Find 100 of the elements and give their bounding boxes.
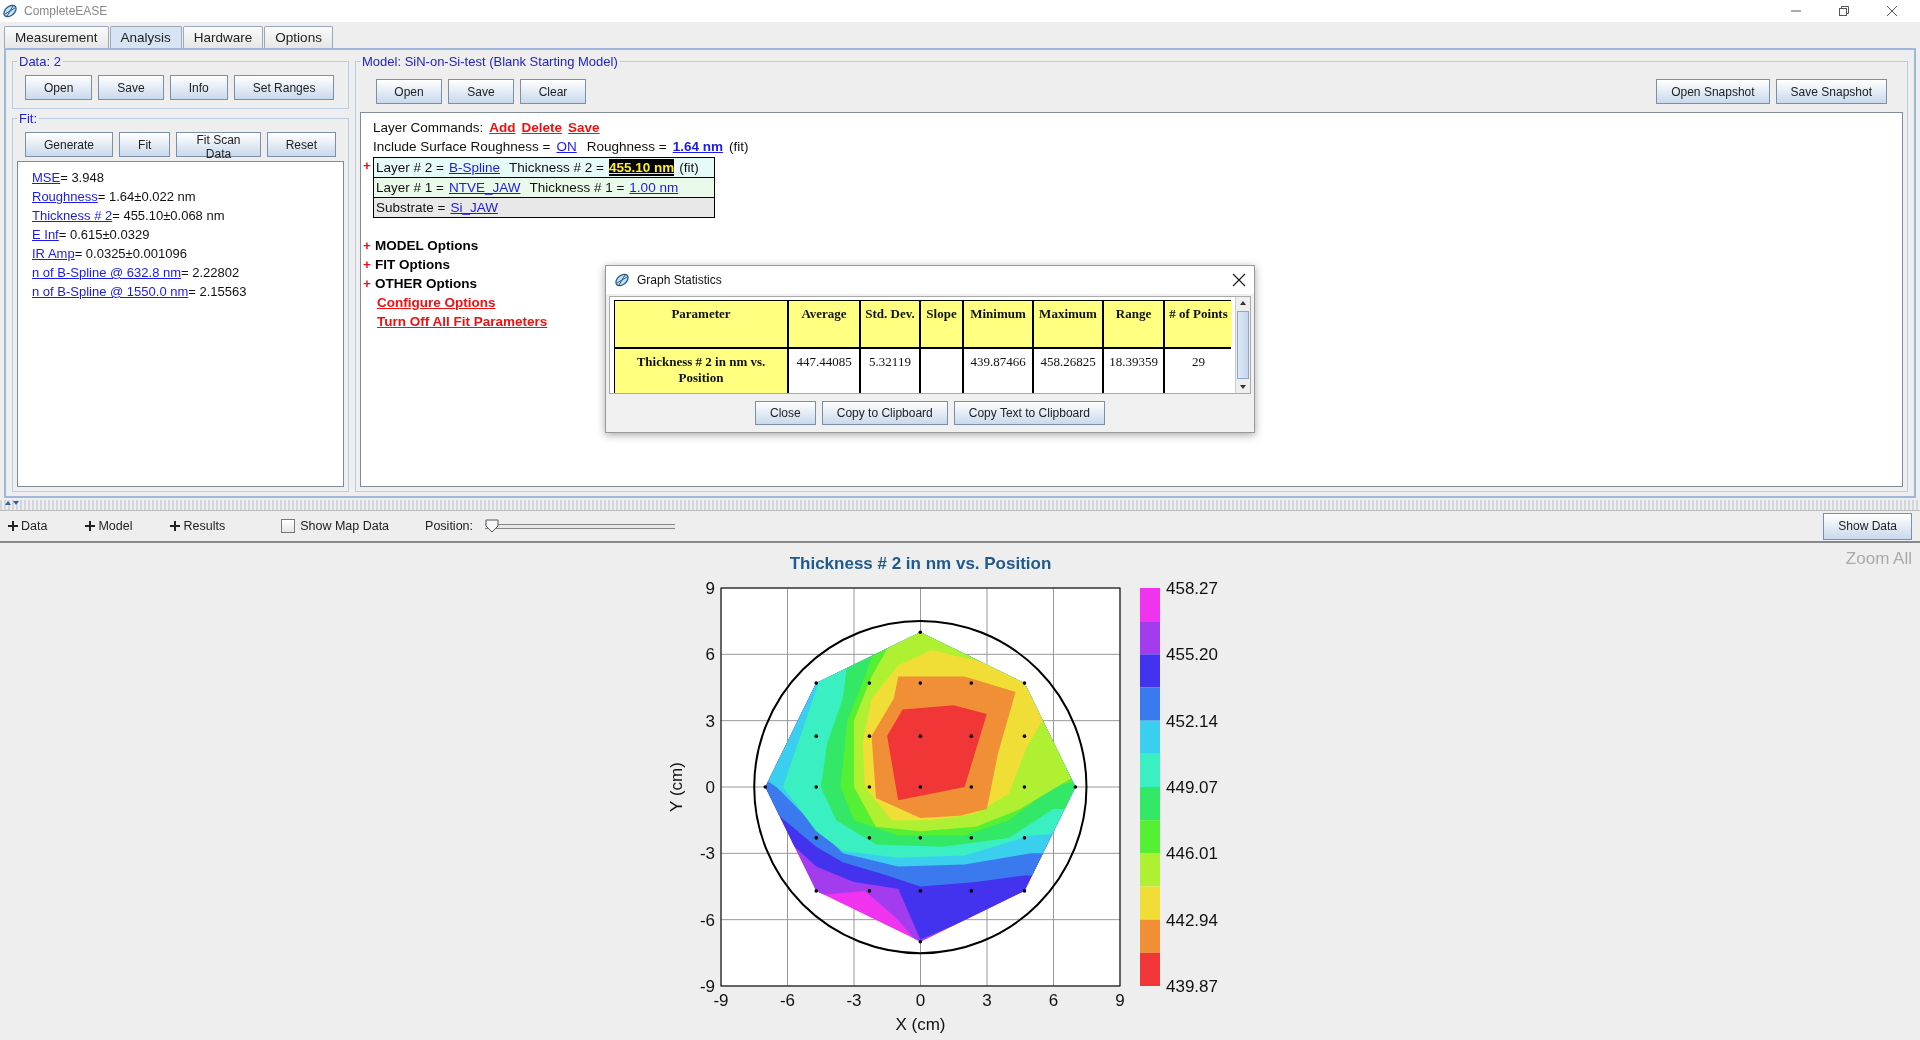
table-cell: 447.44085 <box>789 349 859 393</box>
x-axis-label: X (cm) <box>895 1015 946 1034</box>
expand-marker[interactable]: + <box>361 255 373 274</box>
command-link[interactable]: Add <box>489 118 516 137</box>
roughness-value-link[interactable]: 1.64 nm <box>672 137 723 156</box>
toolbar-button[interactable]: Open <box>25 75 93 100</box>
toolbar-button[interactable]: Clear <box>520 79 586 104</box>
layer-row[interactable]: Layer # 1 = NTVE_JAW Thickness # 1 = 1.00 nm <box>373 178 715 198</box>
colorbar-label: 442.94 <box>1166 910 1218 930</box>
colorbar-label: 458.27 <box>1166 579 1218 598</box>
toolbar-button[interactable]: Save <box>448 79 514 104</box>
roughness-label: Include Surface Roughness = <box>373 138 551 156</box>
slider-thumb[interactable] <box>485 519 500 533</box>
y-axis-label: Y (cm) <box>667 762 686 812</box>
parameter-link[interactable]: n of B-Spline @ 632.8 nm <box>32 265 182 280</box>
checkbox[interactable] <box>281 519 296 533</box>
colorbar-label: 455.20 <box>1166 645 1218 665</box>
add-toggle[interactable]: Model <box>85 519 133 533</box>
column-header: Std. Dev. <box>861 301 919 347</box>
parameter-link[interactable]: Roughness <box>32 189 98 204</box>
snapshot-button[interactable]: Save Snapshot <box>1775 79 1887 104</box>
close-icon[interactable] <box>1232 273 1246 287</box>
toolbar-button[interactable]: Set Ranges <box>233 75 335 100</box>
roughness-toggle-link[interactable]: ON <box>556 137 577 156</box>
table-cell: 29 <box>1165 349 1232 393</box>
checkbox-label[interactable]: Show Map Data <box>300 519 390 533</box>
parameter-link[interactable]: MSE <box>32 170 61 185</box>
table-cell: 5.32119 <box>861 349 919 393</box>
dialog-button[interactable]: Close <box>755 401 816 425</box>
snapshot-button[interactable]: Open Snapshot <box>1656 79 1770 104</box>
restore-icon[interactable] <box>1838 5 1850 17</box>
group-title: Data: 2 <box>18 54 62 69</box>
parameter-value: = 3.948 <box>60 170 104 185</box>
splitter-handle[interactable] <box>0 500 1920 510</box>
material-link[interactable]: Si_JAW <box>450 199 498 216</box>
toolbar-button[interactable]: Reset <box>266 132 336 157</box>
vertical-scrollbar[interactable] <box>1235 297 1250 393</box>
column-header: # of Points <box>1165 301 1232 347</box>
layer-row[interactable]: Layer # 2 = B-Spline Thickness # 2 = 455.10 nm (fit) <box>373 157 715 178</box>
parameter-link[interactable]: n of B-Spline @ 1550.0 nm <box>32 284 189 299</box>
command-link[interactable]: Delete <box>521 118 563 137</box>
table-cell: 18.39359 <box>1104 349 1163 393</box>
x-tick-label: -9 <box>713 991 729 1010</box>
thickness-link[interactable]: 1.00 nm <box>629 179 679 196</box>
toolbar-button[interactable]: Save <box>98 75 164 100</box>
parameter-value: = 1.64±0.022 nm <box>97 189 196 204</box>
group-title: Fit: <box>18 111 39 126</box>
tab[interactable]: Hardware <box>182 26 264 48</box>
thickness-label: Thickness # 2 = <box>508 159 604 176</box>
parameter-value: = 0.0325±0.001096 <box>74 246 187 261</box>
dialog-button[interactable]: Copy to Clipboard <box>821 401 948 425</box>
plus-icon <box>170 521 181 531</box>
slider-label: Position: <box>425 519 474 533</box>
dialog-button[interactable]: Copy Text to Clipboard <box>953 401 1105 425</box>
toolbar-button[interactable]: Fit Scan Data <box>176 132 261 157</box>
close-icon[interactable] <box>1886 5 1898 17</box>
options-section-title[interactable]: FIT Options <box>375 255 450 274</box>
options-section-title[interactable]: OTHER Options <box>375 274 477 293</box>
fit-note: (fit) <box>679 159 699 176</box>
app-icon <box>2 3 18 19</box>
material-link[interactable]: B-Spline <box>448 159 500 176</box>
window-title: CompleteEASE <box>24 4 108 18</box>
options-section-title[interactable]: MODEL Options <box>375 236 479 255</box>
group-title: Model: SiN-on-Si-test (Blank Starting Model) <box>361 54 619 69</box>
add-toggle[interactable]: Results <box>170 519 226 533</box>
thickness-link[interactable]: 455.10 nm <box>608 159 675 176</box>
expand-marker[interactable]: + <box>361 236 373 255</box>
parameter-link[interactable]: Thickness # 2 <box>32 208 113 223</box>
toolbar-button[interactable]: Generate <box>25 132 114 157</box>
table-cell: 439.87466 <box>964 349 1032 393</box>
toolbar-button[interactable]: Open <box>376 79 442 104</box>
column-header: Minimum <box>964 301 1032 347</box>
toolbar-button[interactable]: Info <box>169 75 228 100</box>
table-cell: 458.26825 <box>1034 349 1102 393</box>
layer-row[interactable]: Substrate = Si_JAW <box>373 198 715 218</box>
y-tick-label: -3 <box>699 844 715 864</box>
dialog-title: Graph Statistics <box>637 273 722 287</box>
tab[interactable]: Options <box>264 26 333 48</box>
x-tick-label: -6 <box>779 991 796 1010</box>
tab[interactable]: Measurement <box>4 26 109 48</box>
colorbar-label: 439.87 <box>1166 977 1218 996</box>
expand-marker[interactable]: + <box>361 274 373 293</box>
scrollbar-thumb[interactable] <box>1237 311 1249 379</box>
parameter-link[interactable]: E Inf <box>32 227 59 242</box>
option-link[interactable]: Configure Options <box>377 293 496 312</box>
tab[interactable]: Analysis <box>109 26 182 48</box>
add-toggle[interactable]: Data <box>8 519 48 533</box>
toolbar-button[interactable]: Fit <box>119 132 171 157</box>
colorbar-label: 452.14 <box>1166 711 1218 731</box>
collapse-arrows-icon[interactable] <box>4 500 20 506</box>
plot-title: Thickness # 2 in nm vs. Position <box>789 554 1052 573</box>
option-link[interactable]: Turn Off All Fit Parameters <box>377 312 548 331</box>
y-tick-label: 0 <box>705 778 715 797</box>
parameter-link[interactable]: IR Amp <box>32 246 75 261</box>
show-data-button[interactable]: Show Data <box>1823 512 1912 540</box>
column-header: Maximum <box>1034 301 1102 347</box>
material-link[interactable]: NTVE_JAW <box>448 179 521 196</box>
command-link[interactable]: Save <box>568 118 600 137</box>
y-tick-label: -9 <box>699 977 715 996</box>
expand-marker[interactable]: + <box>361 158 373 173</box>
